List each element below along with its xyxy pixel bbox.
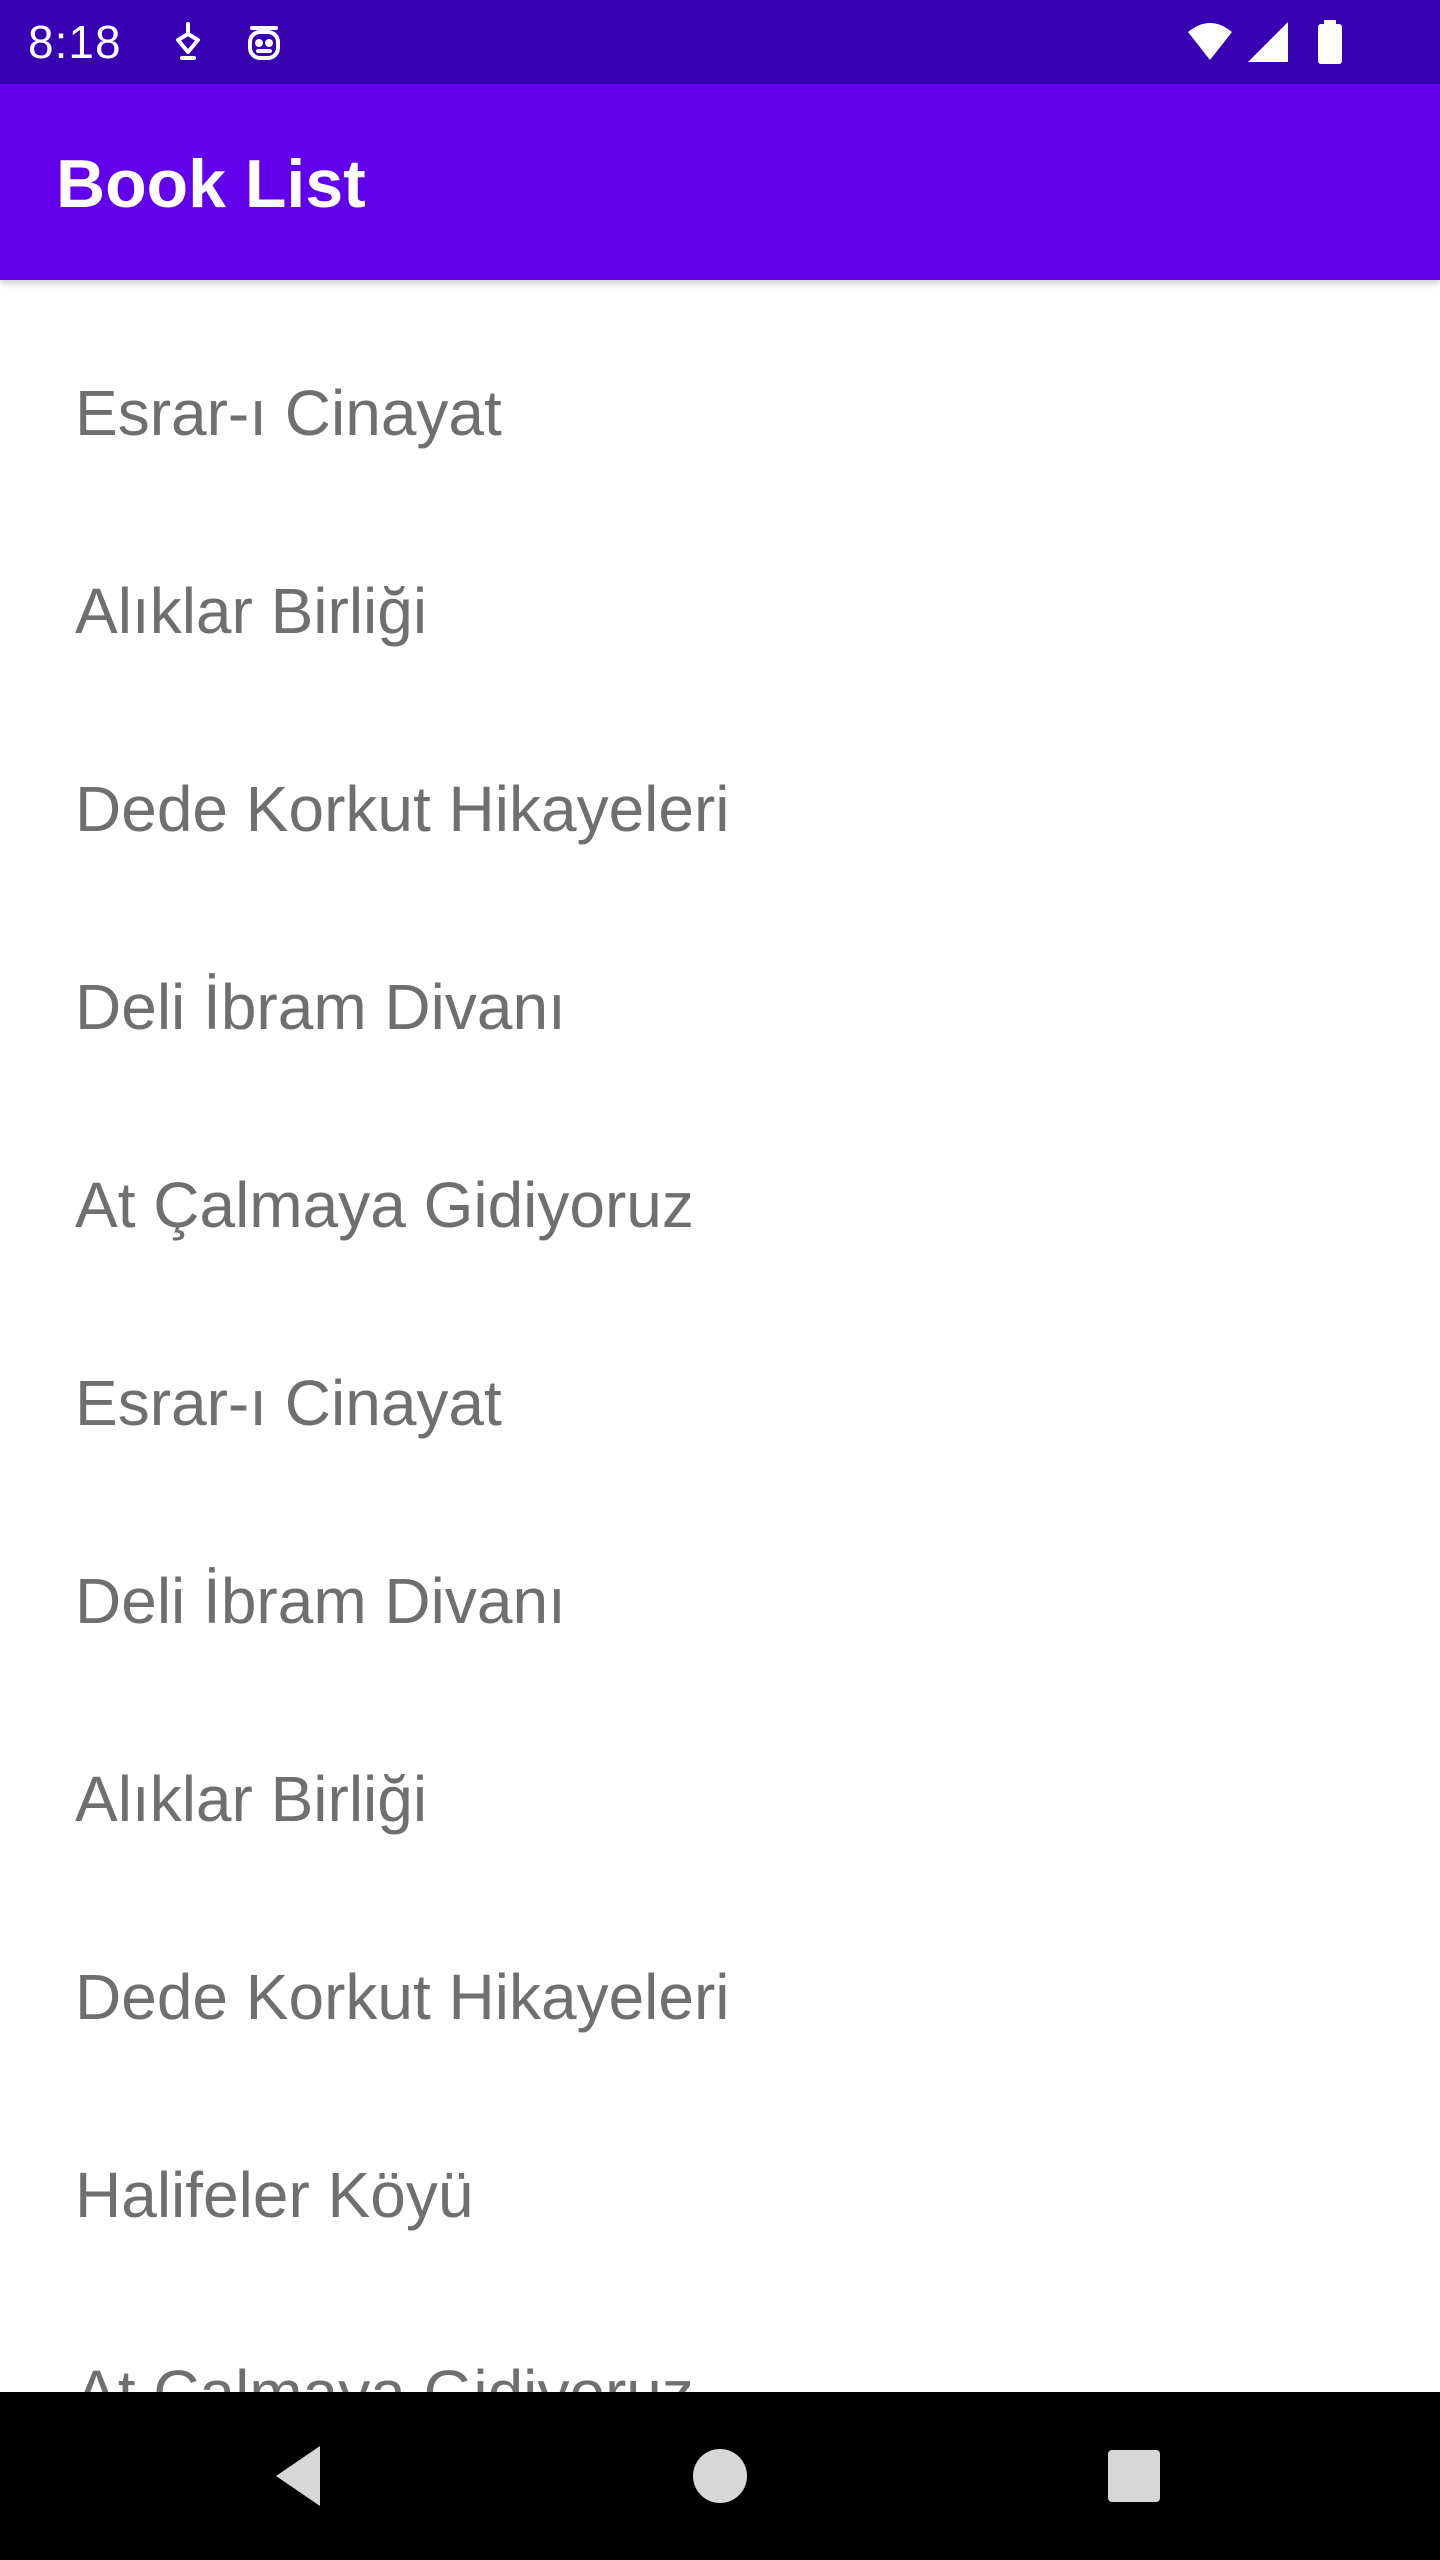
list-item[interactable]: Esrar-ı Cinayat [0,1304,1440,1502]
list-item[interactable]: Deli İbram Divanı [0,908,1440,1106]
list-item[interactable]: Deli İbram Divanı [0,1502,1440,1700]
navigation-bar [0,2392,1440,2560]
notification-icon [164,18,212,66]
list-item[interactable]: Esrar-ı Cinayat [0,314,1440,512]
android-icon [240,18,288,66]
status-time: 8:18 [28,16,122,68]
page-title: Book List [56,146,366,222]
recents-icon[interactable] [1094,2436,1174,2516]
signal-icon [1244,18,1292,66]
back-icon[interactable] [262,2436,342,2516]
list-item[interactable]: Alıklar Birliği [0,1700,1440,1898]
list-item[interactable]: Dede Korkut Hikayeleri [0,1898,1440,2096]
book-list[interactable]: Esrar-ı Cinayat Alıklar Birliği Dede Kor… [0,280,1440,2392]
list-item[interactable]: At Çalmaya Gidiyoruz [0,1106,1440,1304]
list-item[interactable]: Halifeler Köyü [0,2096,1440,2294]
wifi-icon [1186,18,1234,66]
list-item[interactable]: Dede Korkut Hikayeleri [0,710,1440,908]
status-bar: 8:18 [0,0,1440,84]
home-icon[interactable] [680,2436,760,2516]
battery-icon [1306,18,1354,66]
app-bar: Book List [0,84,1440,280]
list-item[interactable]: Alıklar Birliği [0,512,1440,710]
list-item[interactable]: At Çalmaya Gidiyoruz [0,2294,1440,2392]
